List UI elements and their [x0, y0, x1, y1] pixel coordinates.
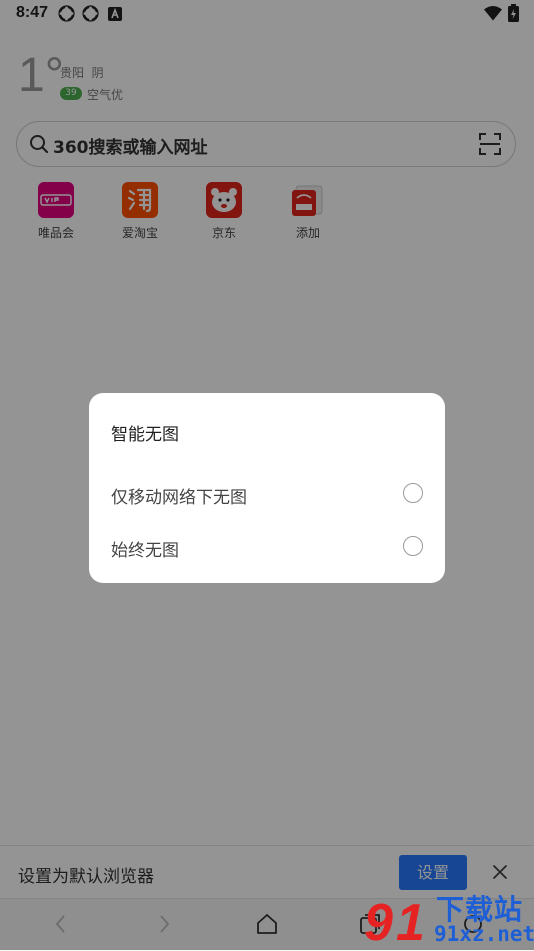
site-watermark: 9 1 下载站 91xz.net	[362, 886, 534, 950]
no-image-dialog: 智能无图 仅移动网络下无图 始终无图	[89, 393, 445, 583]
svg-text:9: 9	[364, 894, 393, 948]
svg-text:1: 1	[396, 894, 425, 948]
watermark-logo-icon: 9 1	[364, 894, 425, 948]
dialog-title: 智能无图	[111, 425, 179, 445]
option-always[interactable]: 始终无图	[89, 524, 445, 572]
option-label: 始终无图	[111, 541, 179, 561]
radio-button[interactable]	[403, 483, 423, 503]
option-label: 仅移动网络下无图	[111, 488, 247, 508]
radio-button[interactable]	[403, 536, 423, 556]
option-mobile-only[interactable]: 仅移动网络下无图	[89, 471, 445, 519]
watermark-url: 91xz.net	[434, 922, 534, 946]
